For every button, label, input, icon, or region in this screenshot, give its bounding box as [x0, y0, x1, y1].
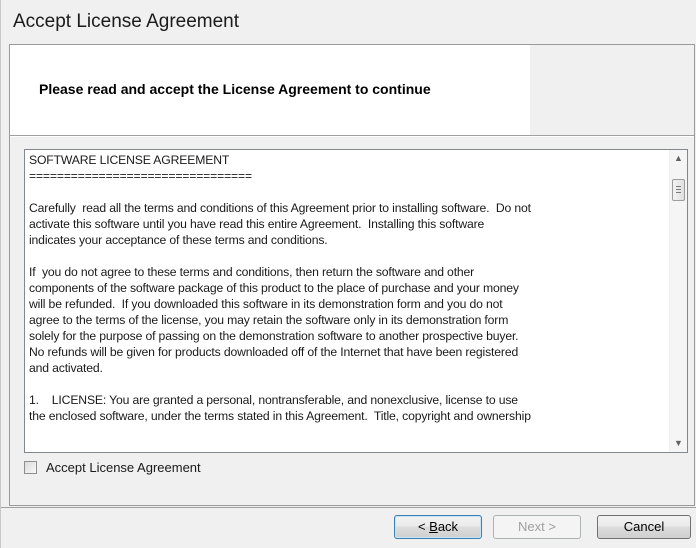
scroll-down-icon[interactable]: ▼ [670, 435, 687, 452]
grip-line [676, 192, 681, 193]
header-separator [10, 135, 694, 137]
back-button[interactable]: < Back [394, 515, 482, 539]
button-bar-separator [1, 507, 696, 508]
grip-line [676, 186, 681, 187]
license-textbox[interactable]: SOFTWARE LICENSE AGREEMENT =============… [24, 149, 688, 453]
title-bar: Accept License Agreement [1, 0, 696, 44]
header-panel: Please read and accept the License Agree… [10, 45, 530, 135]
cancel-button[interactable]: Cancel [597, 515, 691, 539]
scroll-thumb[interactable] [672, 179, 685, 201]
header-instruction: Please read and accept the License Agree… [39, 81, 431, 97]
accept-checkbox-label[interactable]: Accept License Agreement [46, 460, 201, 475]
vertical-scrollbar[interactable]: ▲ ▼ [669, 150, 687, 452]
grip-line [676, 189, 681, 190]
content-frame: Please read and accept the License Agree… [9, 44, 695, 506]
accept-checkbox[interactable] [24, 461, 37, 474]
license-text: SOFTWARE LICENSE AGREEMENT =============… [29, 153, 531, 423]
scroll-up-icon[interactable]: ▲ [670, 150, 687, 167]
license-dialog: Accept License Agreement Please read and… [0, 0, 696, 548]
window-title: Accept License Agreement [13, 11, 240, 32]
back-button-label: < Back [417, 519, 459, 534]
next-button[interactable]: Next > [493, 515, 581, 539]
